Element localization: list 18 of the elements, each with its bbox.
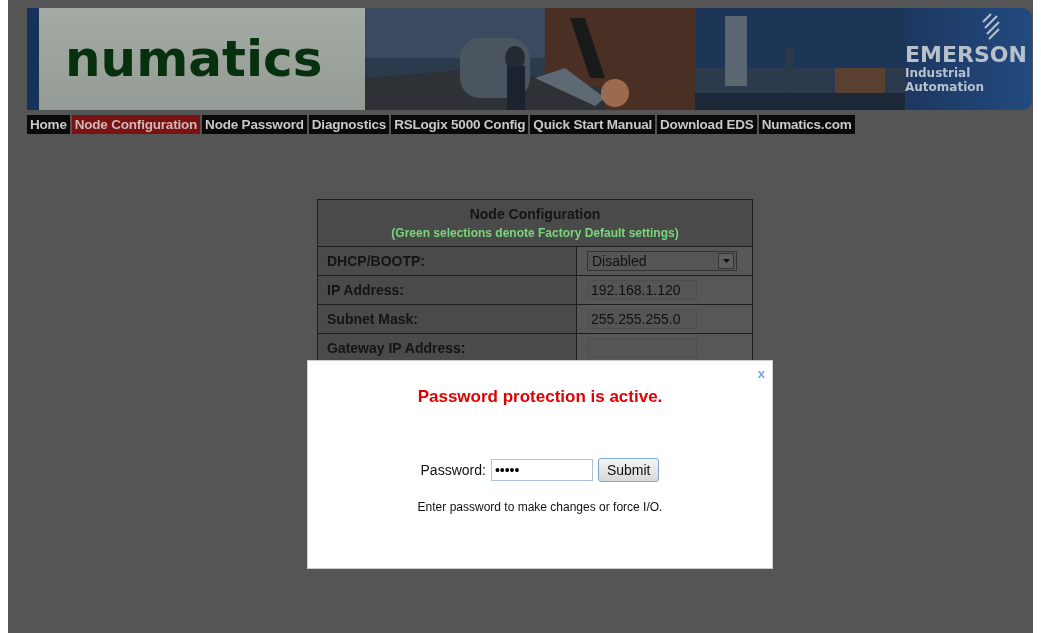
hint-text: Enter password to make changes or force I/O.: [417, 500, 663, 514]
dialog-title: Password protection is active.: [417, 387, 663, 407]
nav-tab[interactable]: Numatics.com: [758, 115, 855, 134]
table-note: (Green selections denote Factory Default settings): [390, 226, 680, 240]
logo: numatics: [65, 29, 323, 89]
brand-tagline: Industrial Automation: [905, 66, 986, 94]
nav-tab[interactable]: Diagnostics: [308, 115, 390, 134]
nav-tab[interactable]: Node Password: [202, 115, 307, 134]
nav-tab[interactable]: RSLogix 5000 Config: [391, 115, 529, 134]
brand-name: EMERSON: [905, 44, 1027, 66]
nav-tab[interactable]: Home: [27, 115, 70, 134]
nav-tab[interactable]: Download EDS: [657, 115, 757, 134]
nav-tab[interactable]: Node Configuration: [71, 115, 201, 134]
field-label: Password:: [420, 462, 486, 478]
caret-icon: [722, 259, 730, 263]
password-field[interactable]: •••••: [490, 459, 593, 481]
submit-button[interactable]: Submit: [597, 458, 660, 482]
nav-tab[interactable]: Quick Start Manual: [530, 115, 656, 134]
